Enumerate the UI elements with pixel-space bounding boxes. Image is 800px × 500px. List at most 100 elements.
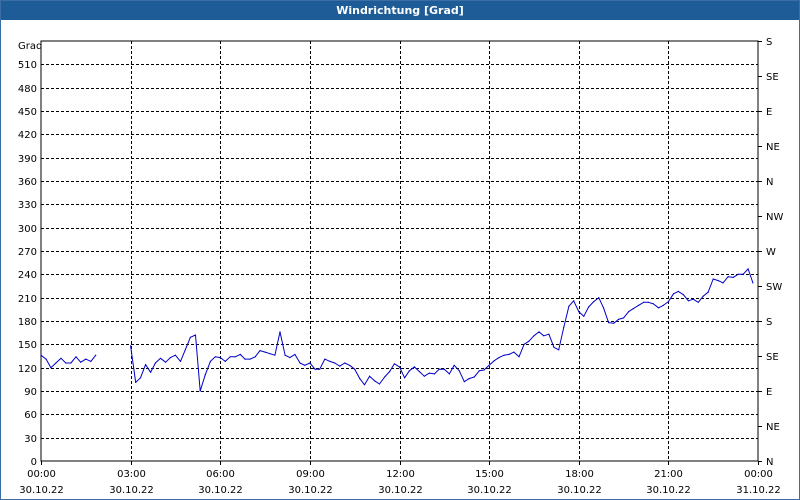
data-point	[533, 335, 535, 337]
data-point	[682, 294, 684, 296]
data-point	[354, 368, 356, 370]
data-point	[503, 354, 505, 356]
wind-direction-chart: 0 30 60 90 120 150 180 210 240 270 300 330 360 390 420…	[18, 37, 784, 496]
compass-tick-label: S	[766, 37, 772, 48]
data-point	[483, 369, 485, 371]
x-tick-time-label: 00:00	[744, 469, 773, 480]
compass-tick-label: NE	[766, 142, 780, 153]
y-tick-label: 180	[18, 317, 37, 328]
y-axis-label: Grad	[18, 41, 42, 52]
data-point	[408, 370, 410, 372]
compass-tick-label: E	[766, 107, 772, 118]
data-point	[453, 364, 455, 366]
data-point	[279, 331, 281, 333]
data-point	[154, 362, 156, 364]
data-point	[304, 364, 306, 366]
y-tick-label: 450	[18, 107, 37, 118]
data-point	[359, 378, 361, 380]
data-point	[329, 360, 331, 362]
data-point	[687, 300, 690, 302]
data-point	[289, 357, 291, 359]
x-tick-date-label: 30.10.22	[198, 485, 243, 496]
data-point	[50, 367, 52, 369]
data-point	[75, 356, 77, 358]
data-point	[45, 358, 47, 360]
data-point	[548, 333, 550, 335]
data-point	[523, 343, 525, 345]
data-point	[393, 363, 395, 365]
data-point	[662, 304, 664, 306]
data-point	[269, 353, 271, 355]
data-point	[219, 357, 221, 359]
data-point	[130, 345, 132, 347]
data-point	[543, 335, 545, 337]
data-point	[732, 276, 734, 278]
data-point	[493, 360, 495, 362]
data-point	[80, 361, 82, 363]
x-tick-date-label: 30.10.22	[288, 485, 333, 496]
data-point	[722, 282, 724, 284]
data-point	[558, 349, 560, 351]
data-point	[563, 326, 565, 328]
compass-tick-label: S	[766, 317, 772, 328]
data-point	[712, 278, 714, 280]
data-point	[578, 311, 580, 313]
x-tick-date-label: 30.10.22	[378, 485, 423, 496]
data-point	[319, 368, 321, 370]
data-point	[677, 290, 679, 292]
x-tick-date-label: 30.10.22	[467, 485, 512, 496]
x-tick-time-label: 12:00	[386, 469, 415, 480]
data-point	[139, 377, 142, 379]
data-point	[65, 362, 67, 364]
data-point	[184, 349, 186, 351]
data-point	[672, 293, 675, 295]
data-point	[513, 351, 515, 353]
data-point	[553, 346, 555, 348]
data-point	[667, 301, 670, 303]
y-tick-label: 390	[18, 154, 37, 165]
data-point	[443, 368, 445, 370]
data-point	[150, 371, 152, 373]
compass-tick-label: SW	[766, 282, 782, 293]
data-point	[573, 300, 575, 302]
data-point	[583, 315, 585, 317]
y-tick-label: 30	[24, 434, 37, 445]
data-point	[169, 357, 171, 359]
data-point	[179, 360, 182, 362]
data-point	[284, 354, 286, 356]
data-point	[448, 373, 450, 375]
y-tick-label: 0	[31, 457, 37, 468]
x-tick-time-label: 09:00	[296, 469, 325, 480]
data-point	[478, 370, 480, 372]
data-point	[602, 307, 605, 309]
data-point	[349, 364, 351, 366]
data-point	[363, 384, 366, 386]
y-tick-label: 150	[18, 340, 37, 351]
data-point	[418, 371, 421, 373]
data-point	[259, 350, 261, 352]
data-point	[617, 318, 620, 320]
data-point	[294, 353, 296, 355]
data-point	[428, 372, 430, 374]
data-point	[55, 362, 57, 364]
data-point	[518, 356, 520, 358]
data-point	[458, 370, 460, 372]
data-point	[135, 381, 137, 383]
data-point	[568, 305, 570, 307]
data-point	[374, 380, 376, 382]
data-point	[389, 371, 391, 373]
data-point	[473, 376, 475, 378]
data-point	[314, 368, 316, 370]
data-point	[204, 374, 206, 376]
data-point	[334, 362, 336, 364]
data-point	[598, 297, 600, 299]
data-point	[752, 282, 754, 284]
data-point	[40, 354, 42, 356]
data-point	[608, 322, 610, 324]
data-point	[224, 360, 226, 362]
data-point	[85, 358, 87, 360]
x-tick-time-label: 03:00	[117, 469, 146, 480]
data-point	[647, 301, 650, 303]
compass-tick-label: E	[766, 387, 772, 398]
x-tick-time-label: 15:00	[475, 469, 504, 480]
